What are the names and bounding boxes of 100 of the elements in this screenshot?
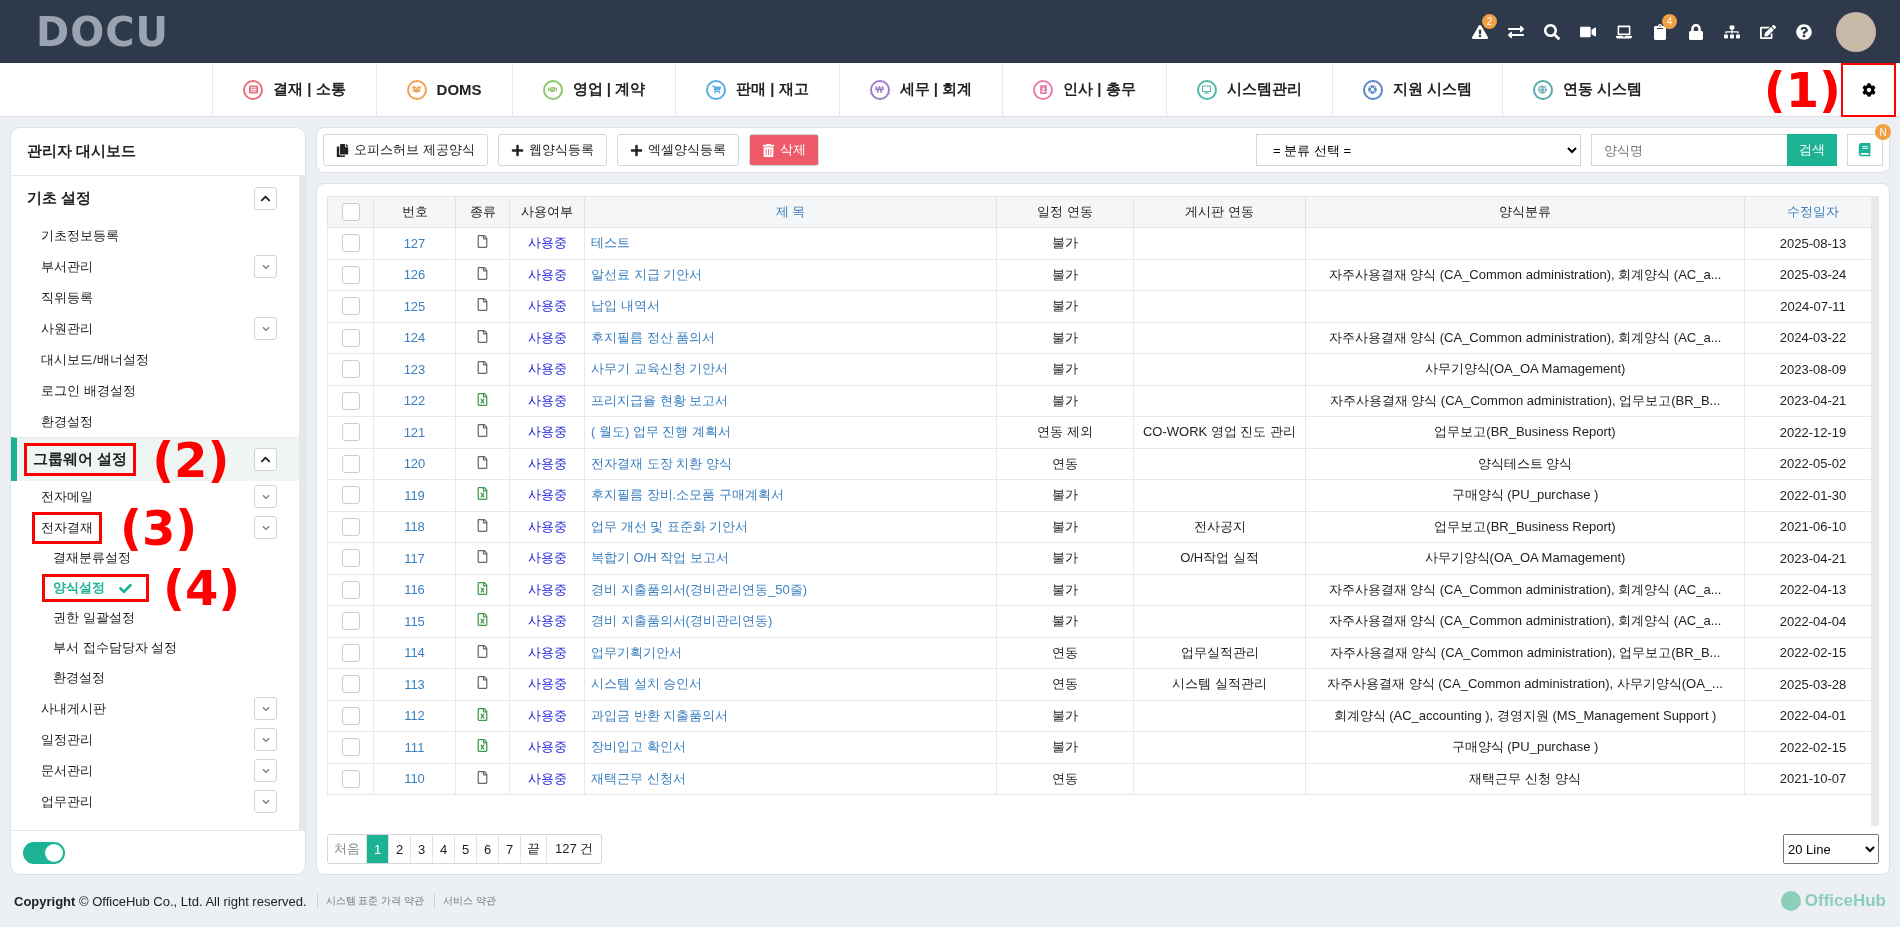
status-link[interactable]: 사용중 xyxy=(509,605,585,637)
title-link[interactable]: 경비 지출품의서(경비관리연동_50줄) xyxy=(584,574,997,606)
status-link[interactable]: 사용중 xyxy=(509,416,585,448)
first-page-button[interactable]: 처음 xyxy=(328,835,367,863)
title-link[interactable]: 알선료 지급 기안서 xyxy=(584,259,997,291)
status-link[interactable]: 사용중 xyxy=(509,290,585,322)
title-link[interactable]: 후지필름 장비.소모품 구매계획서 xyxy=(584,479,997,511)
collapse-button[interactable] xyxy=(254,448,277,471)
section-title[interactable]: 그룹웨어 설정 xyxy=(24,443,137,476)
book-button[interactable] xyxy=(1847,134,1883,166)
row-checkbox[interactable] xyxy=(341,234,360,253)
sitemap-icon[interactable] xyxy=(1724,23,1740,40)
title-link[interactable]: 테스트 xyxy=(584,227,997,259)
status-link[interactable]: 사용중 xyxy=(509,511,585,543)
row-checkbox[interactable] xyxy=(341,738,360,757)
row-checkbox[interactable] xyxy=(341,360,360,379)
sidebar-item[interactable]: 사내게시판 xyxy=(41,699,106,718)
menu-item[interactable]: 인사 | 총무 xyxy=(1002,63,1166,116)
title-link[interactable]: 전자결재 도장 치환 양식 xyxy=(584,448,997,480)
sidebar-item[interactable]: 로그인 배경설정 xyxy=(41,381,136,400)
sidebar-item[interactable]: 사원관리 xyxy=(41,319,93,338)
select-all-checkbox[interactable] xyxy=(341,203,360,221)
expand-button[interactable] xyxy=(254,790,277,813)
sidebar-item[interactable]: 업무관리 xyxy=(41,792,93,811)
title-link[interactable]: 프리지급율 현황 보고서 xyxy=(584,385,997,417)
row-checkbox[interactable] xyxy=(341,486,360,505)
row-checkbox[interactable] xyxy=(341,580,360,599)
expand-button[interactable] xyxy=(254,728,277,751)
row-checkbox[interactable] xyxy=(341,549,360,568)
footer-link[interactable]: 서비스 약관 xyxy=(433,894,496,908)
laptop-icon[interactable] xyxy=(1616,23,1632,40)
title-link[interactable]: 업무 개선 및 표준화 기안서 xyxy=(584,511,997,543)
submenu-item[interactable]: 환경설정 xyxy=(53,667,105,689)
status-link[interactable]: 사용중 xyxy=(509,353,585,385)
title-link[interactable]: 납입 내역서 xyxy=(584,290,997,322)
title-link[interactable]: 복합기 O/H 작업 보고서 xyxy=(584,542,997,574)
sidebar-item[interactable]: 전자메일 xyxy=(41,487,93,506)
logo[interactable]: DOCU xyxy=(36,8,170,55)
title-link[interactable]: 장비입고 확인서 xyxy=(584,731,997,763)
category-select[interactable]: = 분류 선택 = xyxy=(1256,134,1581,166)
status-link[interactable]: 사용중 xyxy=(509,668,585,700)
title-link[interactable]: 경비 지출품의서(경비관리연동) xyxy=(584,605,997,637)
title-link[interactable]: 사무기 교육신청 기안서 xyxy=(584,353,997,385)
expand-button[interactable] xyxy=(254,516,277,539)
sidebar-item[interactable]: 기초정보등록 xyxy=(41,226,119,245)
clipboard-icon[interactable] xyxy=(1652,23,1668,40)
toolbar-button[interactable]: 엑셀양식등록 xyxy=(616,134,739,166)
menu-item[interactable]: 판매 | 재고 xyxy=(675,63,839,116)
expand-button[interactable] xyxy=(254,759,277,782)
menu-item[interactable]: 세무 | 회계 xyxy=(838,63,1003,116)
status-link[interactable]: 사용중 xyxy=(509,731,585,763)
sidebar-item[interactable]: 직위등록 xyxy=(41,288,93,307)
submenu-item[interactable]: 부서 접수담당자 설정 xyxy=(53,637,178,659)
submenu-item[interactable]: 권한 일괄설정 xyxy=(53,607,135,629)
expand-button[interactable] xyxy=(254,485,277,508)
search-field[interactable]: 양식명 xyxy=(1591,134,1787,166)
expand-button[interactable] xyxy=(254,317,277,340)
status-link[interactable]: 사용중 xyxy=(509,385,585,417)
row-checkbox[interactable] xyxy=(341,391,360,410)
status-link[interactable]: 사용중 xyxy=(509,700,585,732)
edit-icon[interactable] xyxy=(1760,23,1776,40)
column-header[interactable]: 제 목 xyxy=(584,196,997,228)
sidebar-item[interactable]: 부서관리 xyxy=(41,257,93,276)
status-link[interactable]: 사용중 xyxy=(509,227,585,259)
sidebar-item[interactable]: 문서관리 xyxy=(41,761,93,780)
title-link[interactable]: 업무기획기안서 xyxy=(584,637,997,669)
status-link[interactable]: 사용중 xyxy=(509,322,585,354)
title-link[interactable]: 시스템 설치 승인서 xyxy=(584,668,997,700)
row-checkbox[interactable] xyxy=(341,328,360,347)
toolbar-button[interactable]: 오피스허브 제공양식 xyxy=(323,134,488,166)
expand-button[interactable] xyxy=(254,255,277,278)
row-checkbox[interactable] xyxy=(341,643,360,662)
collapse-button[interactable] xyxy=(254,186,277,210)
avatar[interactable] xyxy=(1836,11,1876,52)
row-checkbox[interactable] xyxy=(341,769,360,788)
section-title[interactable]: 기초 설정 xyxy=(27,188,92,208)
help-icon[interactable] xyxy=(1796,23,1812,40)
footer-link[interactable]: 시스템 표준 가격 약관 xyxy=(316,894,424,908)
row-checkbox[interactable] xyxy=(341,675,360,694)
row-checkbox[interactable] xyxy=(341,612,360,631)
status-link[interactable]: 사용중 xyxy=(509,763,585,795)
title-link[interactable]: 과입금 반환 지출품의서 xyxy=(584,700,997,732)
row-checkbox[interactable] xyxy=(341,454,360,473)
menu-item[interactable]: 영업 | 계약 xyxy=(511,63,676,116)
sidebar-item[interactable]: 환경설정 xyxy=(41,412,93,431)
search-icon[interactable] xyxy=(1544,23,1560,40)
row-checkbox[interactable] xyxy=(341,423,360,442)
page-size-select[interactable]: 20 Line xyxy=(1783,834,1879,864)
sidebar-item[interactable]: 일정관리 xyxy=(41,730,93,749)
lock-icon[interactable] xyxy=(1688,23,1704,40)
status-link[interactable]: 사용중 xyxy=(509,448,585,480)
toggle-switch[interactable] xyxy=(23,841,65,864)
status-link[interactable]: 사용중 xyxy=(509,259,585,291)
menu-item[interactable]: DOMS xyxy=(375,63,512,116)
warning-icon[interactable] xyxy=(1472,23,1488,40)
menu-item[interactable]: 시스템관리 xyxy=(1165,63,1332,116)
status-link[interactable]: 사용중 xyxy=(509,479,585,511)
row-checkbox[interactable] xyxy=(341,517,360,536)
toolbar-button[interactable]: 웹양식등록 xyxy=(497,134,607,166)
row-checkbox[interactable] xyxy=(341,706,360,725)
